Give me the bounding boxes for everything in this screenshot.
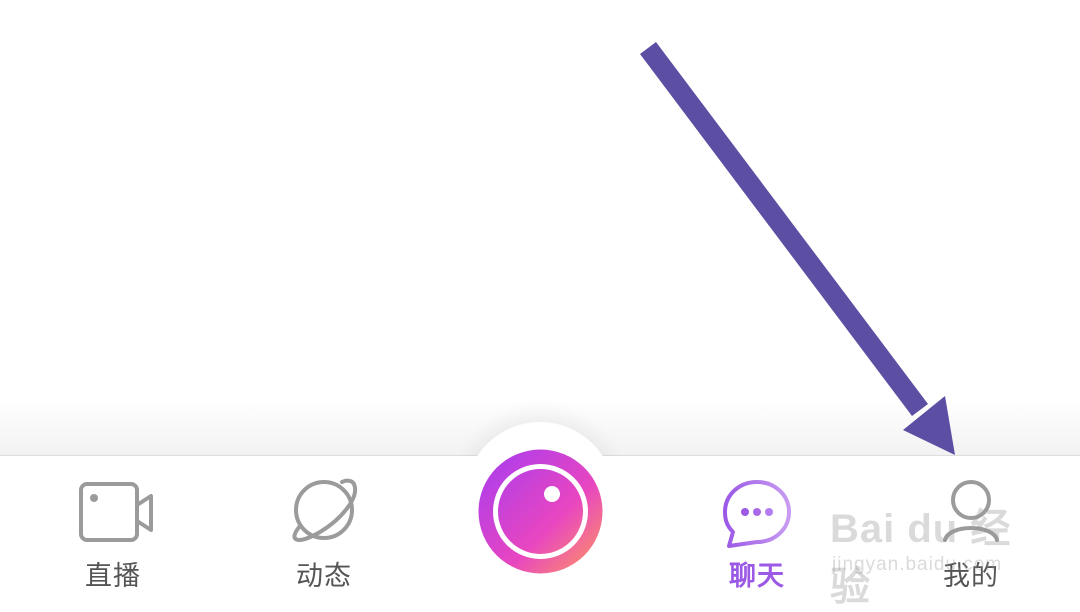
video-camera-icon xyxy=(79,482,153,542)
chat-bubble-icon xyxy=(723,480,791,548)
tab-me[interactable]: 我的 xyxy=(896,470,1046,602)
tab-live-label: 直播 xyxy=(85,561,141,592)
center-record-button[interactable] xyxy=(477,448,604,575)
content-area xyxy=(0,0,1080,456)
tab-moments[interactable]: 动态 xyxy=(249,470,399,602)
user-icon xyxy=(943,480,999,542)
tab-chat-label: 聊天 xyxy=(729,561,785,592)
tab-live[interactable]: 直播 xyxy=(38,470,188,602)
tab-me-label: 我的 xyxy=(943,561,999,592)
tab-moments-label: 动态 xyxy=(296,561,352,592)
planet-icon xyxy=(292,478,358,542)
tab-chat[interactable]: 聊天 xyxy=(682,470,832,602)
camera-lens-icon xyxy=(478,449,603,574)
